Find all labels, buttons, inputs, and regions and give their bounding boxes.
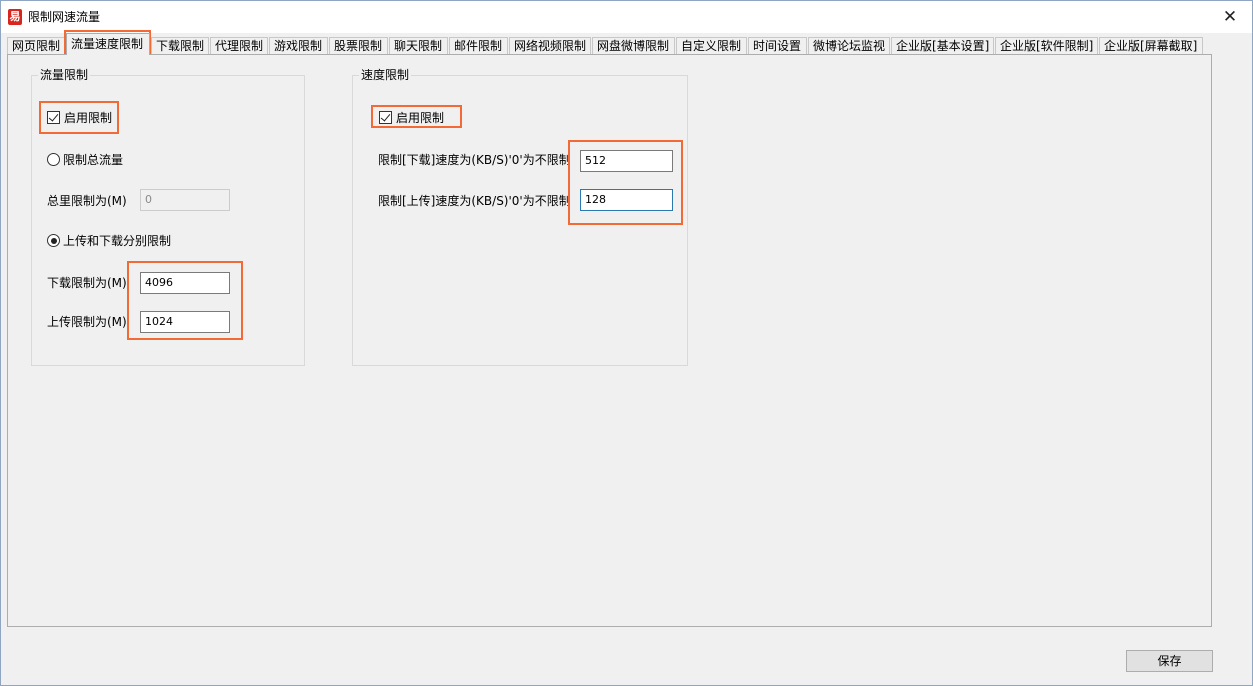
tab-email-limit[interactable]: 邮件限制 [449, 37, 508, 55]
tab-game-limit[interactable]: 游戏限制 [269, 37, 328, 55]
download-limit-input[interactable]: 4096 [140, 272, 230, 294]
tab-content-panel: 流量限制 启用限制 限制总流量 总里限制为(M) 0 上传和下载分别限制 下载限… [7, 54, 1212, 627]
total-traffic-radio[interactable] [47, 153, 60, 166]
app-logo-icon: 易 [8, 9, 22, 25]
traffic-limit-title: 流量限制 [38, 68, 91, 82]
download-speed-label: 限制[下载]速度为(KB/S)'0'为不限制 [378, 153, 571, 167]
title-bar: 易 限制网速流量 ✕ [1, 1, 1252, 33]
download-speed-input[interactable]: 512 [580, 150, 673, 172]
upload-speed-input[interactable]: 128 [580, 189, 673, 211]
speed-limit-group: 速度限制 启用限制 限制[下载]速度为(KB/S)'0'为不限制 512 限制[… [352, 68, 688, 366]
tab-chat-limit[interactable]: 聊天限制 [389, 37, 448, 55]
total-limit-label: 总里限制为(M) [47, 194, 127, 208]
tab-time-settings[interactable]: 时间设置 [748, 37, 807, 55]
tab-forum-monitor[interactable]: 微博论坛监视 [808, 37, 890, 55]
tab-cloud-weibo-limit[interactable]: 网盘微博限制 [592, 37, 675, 55]
tab-enterprise-screenshot[interactable]: 企业版[屏幕截取] [1099, 37, 1203, 55]
download-limit-label: 下载限制为(M) [47, 276, 127, 290]
total-limit-input[interactable]: 0 [140, 189, 230, 211]
window-title: 限制网速流量 [28, 10, 101, 24]
tab-custom-limit[interactable]: 自定义限制 [676, 37, 747, 55]
speed-limit-title: 速度限制 [359, 68, 412, 82]
tab-video-limit[interactable]: 网络视频限制 [509, 37, 591, 55]
traffic-limit-group: 流量限制 启用限制 限制总流量 总里限制为(M) 0 上传和下载分别限制 下载限… [31, 68, 305, 366]
split-traffic-radio-label[interactable]: 上传和下载分别限制 [63, 234, 171, 248]
total-traffic-radio-label[interactable]: 限制总流量 [63, 153, 123, 167]
save-button[interactable]: 保存 [1126, 650, 1213, 672]
tab-traffic-speed-limit[interactable]: 流量速度限制 [66, 33, 150, 55]
traffic-enable-label[interactable]: 启用限制 [64, 111, 112, 125]
tab-download-limit[interactable]: 下载限制 [151, 37, 209, 55]
tab-stock-limit[interactable]: 股票限制 [329, 37, 388, 55]
speed-enable-label[interactable]: 启用限制 [396, 111, 444, 125]
tab-web-limit[interactable]: 网页限制 [7, 37, 65, 55]
speed-enable-checkbox[interactable] [379, 111, 392, 124]
traffic-enable-checkbox[interactable] [47, 111, 60, 124]
split-traffic-radio[interactable] [47, 234, 60, 247]
main-window: 易 限制网速流量 ✕ 网页限制 流量速度限制 下载限制 代理限制 游戏限制 股票… [0, 0, 1253, 686]
upload-speed-label: 限制[上传]速度为(KB/S)'0'为不限制 [378, 194, 571, 208]
tab-enterprise-software[interactable]: 企业版[软件限制] [995, 37, 1098, 55]
tab-enterprise-basic[interactable]: 企业版[基本设置] [891, 37, 994, 55]
tab-proxy-limit[interactable]: 代理限制 [210, 37, 268, 55]
upload-limit-input[interactable]: 1024 [140, 311, 230, 333]
close-icon[interactable]: ✕ [1222, 8, 1238, 26]
upload-limit-label: 上传限制为(M) [47, 315, 127, 329]
